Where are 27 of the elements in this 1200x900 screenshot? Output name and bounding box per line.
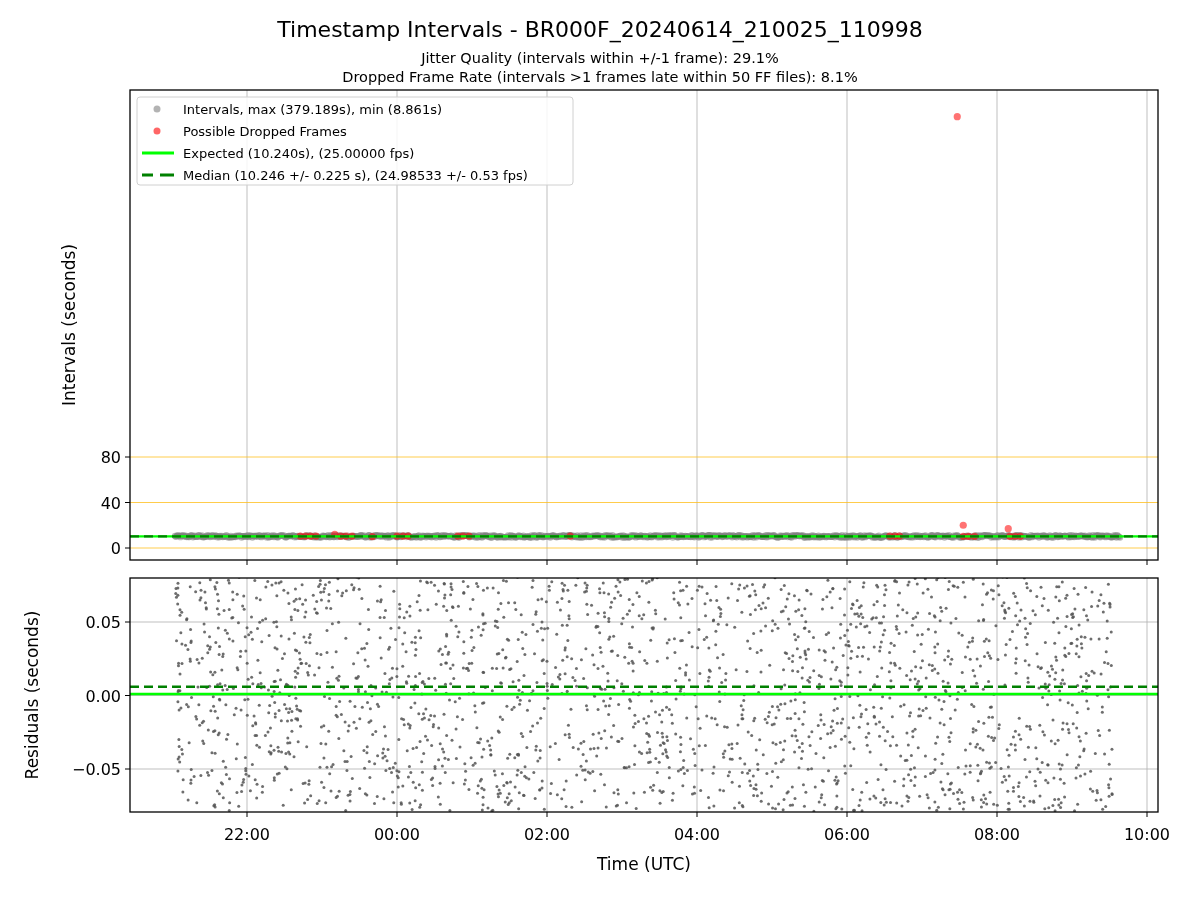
tick-label: 0.00 bbox=[85, 686, 121, 706]
tick-label: 0.05 bbox=[85, 613, 121, 632]
tick-label: 02:00 bbox=[523, 825, 571, 844]
tick-label: 80 bbox=[100, 448, 121, 467]
dropped-frame-point bbox=[368, 533, 376, 541]
tick-label: 06:00 bbox=[823, 825, 871, 844]
legend-label: Median (10.246 +/- 0.225 s), (24.98533 +/- 0.53 fps) bbox=[183, 167, 528, 183]
dropped-frame-point bbox=[566, 532, 574, 540]
chart-title: Timestamp Intervals - BR000F_20240614_210025_110998 bbox=[277, 17, 923, 42]
legend-label: Intervals, max (379.189s), min (8.861s) bbox=[183, 101, 442, 117]
chart-subtitle: Jitter Quality (intervals within +/-1 frame): 29.1% bbox=[421, 50, 779, 66]
tick-label: 08:00 bbox=[973, 825, 1021, 844]
tick-label: −0.05 bbox=[71, 760, 121, 779]
chart-subtitle: Dropped Frame Rate (intervals >1 frames late within 50 FF files): 8.1% bbox=[342, 69, 858, 85]
legend-label: Possible Dropped Frames bbox=[183, 123, 347, 139]
tick-label: 10:00 bbox=[1123, 825, 1171, 844]
axis-label: Residuals (seconds) bbox=[22, 610, 42, 780]
dropped-frame-point bbox=[953, 113, 961, 121]
tick-label: 04:00 bbox=[673, 825, 721, 844]
dropped-frame-point bbox=[959, 521, 967, 529]
tick-label: 00:00 bbox=[373, 825, 421, 844]
axis-label: Intervals (seconds) bbox=[59, 243, 79, 407]
legend-label: Expected (10.240s), (25.00000 fps) bbox=[183, 145, 415, 161]
tick-label: 40 bbox=[100, 493, 121, 513]
tick-label: 0 bbox=[110, 539, 121, 558]
axis-label: Time (UTC) bbox=[597, 854, 691, 874]
tick-label: 22:00 bbox=[223, 825, 271, 844]
